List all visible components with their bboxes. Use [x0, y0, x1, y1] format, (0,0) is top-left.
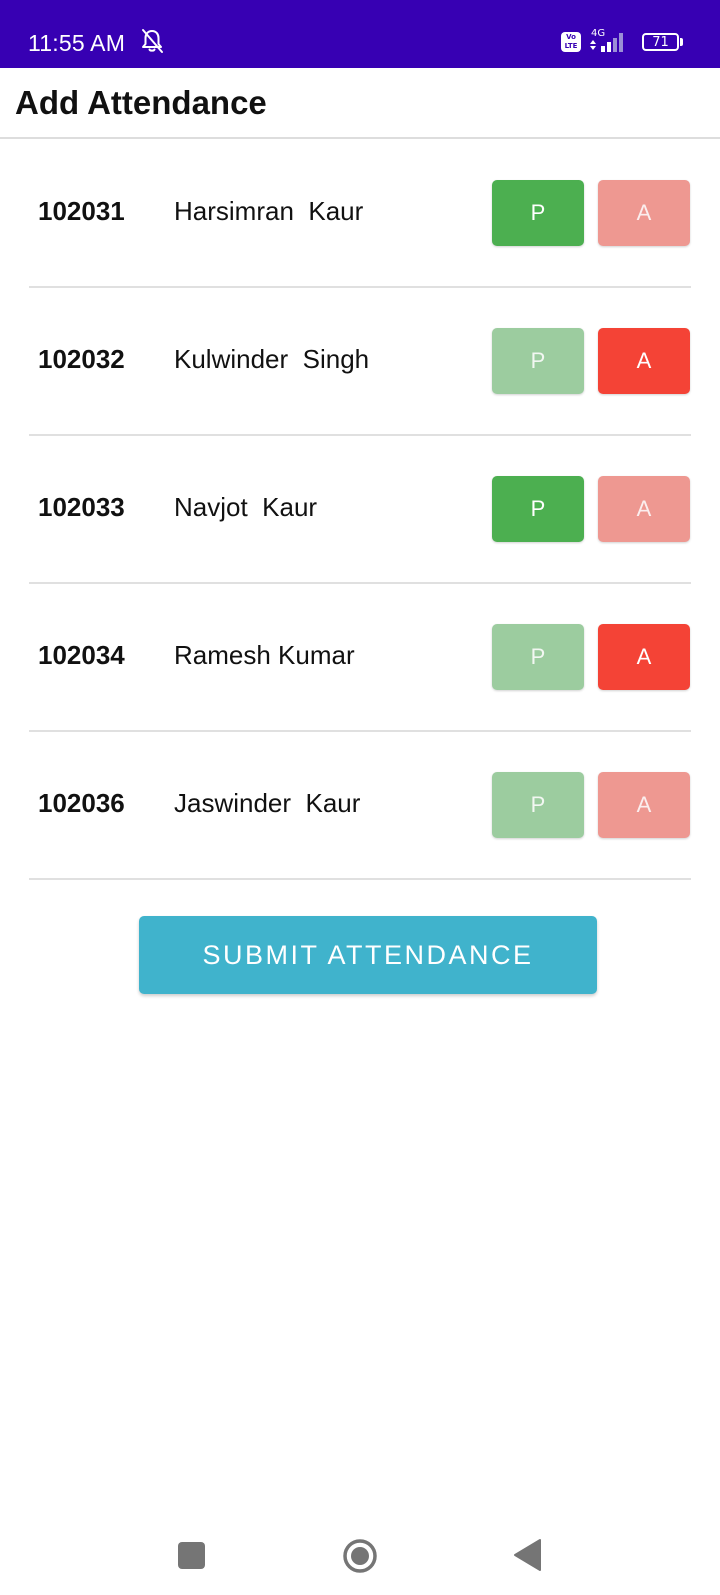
triangle-back-icon[interactable] [512, 1538, 542, 1572]
present-button[interactable]: P [492, 180, 584, 246]
student-row: 102032 Kulwinder Singh P A [29, 288, 691, 436]
roll-number: 102032 [38, 344, 125, 374]
absent-button[interactable]: A [598, 180, 690, 246]
attendance-list: 102031 Harsimran Kaur P A 102032 Kulwind… [29, 140, 691, 880]
square-icon[interactable] [178, 1542, 205, 1569]
battery-icon: 71 [642, 33, 685, 53]
roll-number: 102031 [38, 196, 125, 226]
roll-number: 102036 [38, 788, 125, 818]
student-row: 102034 Ramesh Kumar P A [29, 584, 691, 732]
signal-icon [590, 33, 623, 52]
page-title: Add Attendance [15, 84, 267, 121]
submit-attendance-button[interactable]: SUBMIT ATTENDANCE [139, 916, 597, 994]
present-button[interactable]: P [492, 476, 584, 542]
roll-number: 102034 [38, 640, 125, 670]
student-row: 102036 Jaswinder Kaur P A [29, 732, 691, 880]
student-name: Navjot Kaur [174, 492, 318, 522]
system-nav-bar [0, 1500, 720, 1595]
battery-tip [680, 38, 683, 46]
student-name: Kulwinder Singh [174, 344, 370, 374]
volte-icon: Vo LTE [561, 32, 581, 52]
present-button[interactable]: P [492, 772, 584, 838]
battery-level: 71 [642, 33, 679, 51]
bell-off-icon [142, 29, 163, 53]
status-bar: 11:55 AM Vo LTE 4G 71 [0, 0, 720, 68]
student-name: Jaswinder Kaur [174, 788, 361, 818]
roll-number: 102033 [38, 492, 125, 522]
absent-button[interactable]: A [598, 772, 690, 838]
absent-button[interactable]: A [598, 328, 690, 394]
status-time: 11:55 AM [28, 30, 126, 56]
present-button[interactable]: P [492, 328, 584, 394]
student-name: Ramesh Kumar [174, 640, 355, 670]
present-button[interactable]: P [492, 624, 584, 690]
absent-button[interactable]: A [598, 624, 690, 690]
circle-icon[interactable] [342, 1538, 378, 1574]
absent-button[interactable]: A [598, 476, 690, 542]
student-row: 102031 Harsimran Kaur P A [29, 140, 691, 288]
student-name: Harsimran Kaur [174, 196, 364, 226]
student-row: 102033 Navjot Kaur P A [29, 436, 691, 584]
app-bar: Add Attendance [0, 68, 720, 139]
